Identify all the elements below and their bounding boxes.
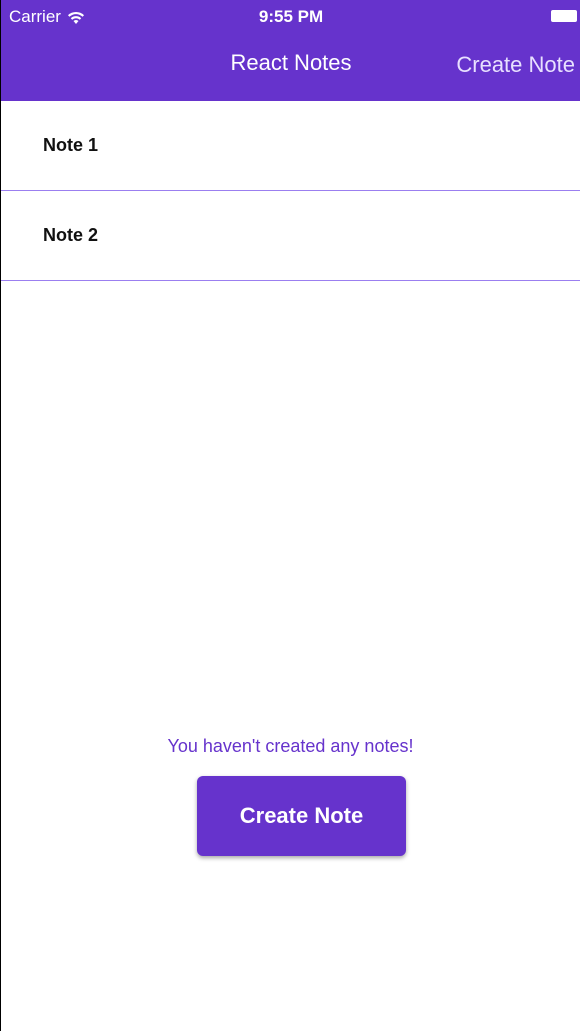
note-title: Note 2 <box>43 225 99 245</box>
status-bar: Carrier 9:55 PM <box>1 0 580 34</box>
create-note-button[interactable]: Create Note <box>197 776 406 856</box>
battery-icon <box>551 10 577 22</box>
note-list-item[interactable]: Note 2 <box>1 191 580 281</box>
header: Carrier 9:55 PM React Notes Create Note <box>1 0 580 101</box>
note-list-item[interactable]: Note 1 <box>1 101 580 191</box>
app-screen: Carrier 9:55 PM React Notes Create Note … <box>0 0 580 1031</box>
notes-list: Note 1 Note 2 <box>1 101 580 281</box>
empty-state-message: You haven't created any notes! <box>167 736 414 756</box>
note-title: Note 1 <box>43 135 99 155</box>
navigation-bar: React Notes Create Note <box>1 34 580 101</box>
status-time: 9:55 PM <box>258 7 324 26</box>
nav-create-note-button[interactable]: Create Note <box>456 52 575 78</box>
